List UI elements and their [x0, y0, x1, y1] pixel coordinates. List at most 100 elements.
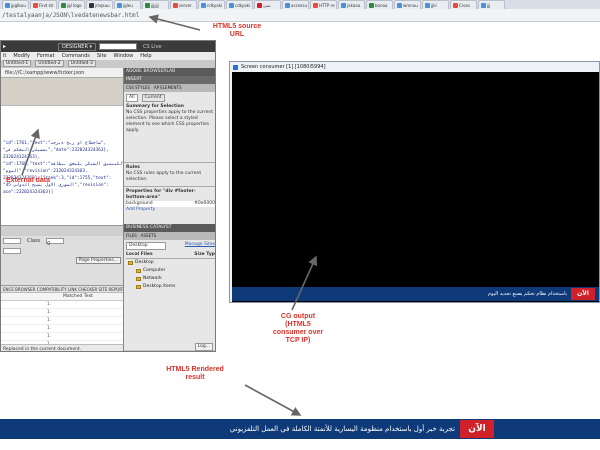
browser-tab[interactable]: Cross: [450, 0, 477, 9]
dw-menu-item[interactable]: Help: [140, 52, 151, 60]
props-row-class: Class 0: [1, 236, 123, 247]
tab-favicon-icon: [425, 2, 430, 8]
dw-doc-tab[interactable]: Untitled-2: [35, 60, 64, 67]
cslive-button[interactable]: CS Live: [143, 44, 161, 50]
browser-tab[interactable]: jjjjjjj: [142, 0, 169, 9]
catalyst-panel-title[interactable]: BUSINESS CATALYST: [124, 224, 215, 232]
files-tree-label: Desktop items: [143, 284, 176, 289]
url-text[interactable]: /testalyaanja/JSON\lvedatenewsbar.html: [2, 12, 139, 19]
tab-label: accessu: [291, 2, 308, 8]
dw-menu-item[interactable]: Window: [113, 52, 133, 60]
manage-sites-link[interactable]: Manage Sites: [185, 242, 215, 250]
browser-tabbar: jpglbuu Find str jgl logo jmqsuu jgleu jjjjjj…: [0, 0, 600, 9]
browser-tab[interactable]: jmqsuu: [86, 0, 113, 9]
dw-menu-item[interactable]: Commands: [62, 52, 90, 60]
files-tree-item[interactable]: Desktop items: [126, 283, 215, 291]
ticker-now-badge: الآن: [460, 420, 494, 438]
results-row[interactable]: 1.: [1, 333, 123, 341]
css-properties-section: Properties for "div #footer-bottom-area"…: [124, 186, 215, 224]
browser-tab[interactable]: تعبئ: [254, 0, 281, 9]
browser-address-bar[interactable]: /testalyaanja/JSON\lvedatenewsbar.html: [0, 9, 600, 22]
browser-tab[interactable]: cdkyaki: [226, 0, 253, 9]
code-line: "تفصيلي التحكم في","date":232024324363},: [3, 148, 109, 153]
log-button[interactable]: Log...: [194, 343, 213, 351]
dw-menu-glyph-icon[interactable]: ▸: [3, 43, 6, 50]
dw-menu-item[interactable]: Modify: [13, 52, 30, 60]
dw-doc-tab[interactable]: Untitled-3: [67, 60, 96, 67]
results-row[interactable]: 1.: [1, 309, 123, 317]
dw-panels: ADOBE BROWSERLAB INSERT CSS STYLES AP EL…: [123, 68, 215, 351]
tab-files[interactable]: FILES: [126, 232, 137, 240]
props-format-select[interactable]: [3, 238, 21, 244]
css-tab-current[interactable]: Current: [141, 94, 165, 102]
files-header: Local Files Size Typ: [126, 252, 215, 259]
tab-favicon-icon: [341, 2, 346, 8]
page-properties-button[interactable]: Page Properties...: [75, 257, 121, 264]
tab-label: jgl logo: [67, 2, 82, 8]
add-property-link[interactable]: Add Property: [126, 207, 215, 213]
tab-label: Cross: [459, 2, 470, 8]
tab-assets[interactable]: ASSETS: [141, 232, 156, 240]
screen-consumer-window: Screen consumer [1] [1080i5994] باستخدام…: [229, 61, 600, 303]
results-row[interactable]: 1.: [1, 325, 123, 333]
browser-tab[interactable]: jjkl: [422, 0, 449, 9]
annotation-rendered-result: HTML5 Rendered result: [166, 366, 224, 381]
browser-tab[interactable]: HTTP re: [310, 0, 337, 9]
props-class-select[interactable]: 0: [46, 238, 65, 247]
css-summary-section: All Current Summary for Selection No CSS…: [124, 92, 215, 162]
browser-tab[interactable]: jjj: [478, 0, 505, 9]
rules-text: No CSS rules apply to the current select…: [126, 171, 202, 182]
browser-tab[interactable]: jgleu: [114, 0, 141, 9]
results-tabs[interactable]: ENCE BROWSER COMPATIBILITY LINK CHECKER …: [1, 286, 123, 293]
dreamweaver-window: ▸ DESIGNER ▾ CS Live it Modify Format Comma…: [0, 40, 216, 352]
dw-search-input[interactable]: [99, 43, 138, 50]
browser-tab[interactable]: Find str: [30, 0, 57, 9]
tab-label: jjkl: [431, 2, 437, 8]
annotation-external-data: External data: [6, 177, 50, 184]
dw-menu-item[interactable]: Format: [37, 52, 55, 60]
props-id-field[interactable]: [3, 248, 21, 254]
tab-css-styles[interactable]: CSS STYLES: [126, 84, 150, 92]
tab-favicon-icon: [5, 2, 10, 8]
browser-tab[interactable]: accessu: [282, 0, 309, 9]
property-value[interactable]: #0e0000: [194, 201, 215, 207]
code-line: 232024324363},: [3, 155, 41, 160]
browser-tab[interactable]: jpglbuu: [2, 0, 29, 9]
css-tab-all[interactable]: All: [126, 94, 138, 102]
files-tree-label: Network: [143, 276, 162, 281]
results-row[interactable]: 1.: [1, 301, 123, 309]
files-tree-item[interactable]: Computer: [126, 267, 215, 275]
code-line: ace":232024324363}]: [3, 190, 54, 195]
ticker-news-text: تجربة خبر أول باستخدام منظومة اليسارية ل…: [229, 425, 455, 433]
dw-doc-tab[interactable]: Untitled-1: [3, 60, 32, 67]
sc-title-text: Screen consumer [1] [1080i5994]: [241, 64, 326, 70]
files-tree-item[interactable]: Network: [126, 275, 215, 283]
folder-icon: [136, 285, 141, 289]
tab-label: server: [179, 2, 192, 8]
workspace-switcher[interactable]: DESIGNER ▾: [58, 42, 97, 51]
tab-label: jgleu: [123, 2, 133, 8]
size-type-header: Size Typ: [194, 252, 215, 257]
dw-menu-item[interactable]: it: [3, 52, 6, 60]
tab-ap-elements[interactable]: AP ELEMENTS: [154, 84, 182, 92]
browser-tab[interactable]: jgl logo: [58, 0, 85, 9]
local-files-header: Local Files: [126, 252, 153, 257]
arrow-rendered-result: [244, 384, 302, 416]
browserlab-panel-title[interactable]: ADOBE BROWSERLAB: [124, 68, 215, 76]
dw-menu-item[interactable]: Site: [97, 52, 107, 60]
files-tree-item[interactable]: Desktop: [126, 259, 215, 267]
css-subtabs: All Current: [126, 94, 215, 102]
browser-tab[interactable]: bonaa: [366, 0, 393, 9]
browser-tab[interactable]: wmnuu: [394, 0, 421, 9]
insert-panel-title[interactable]: INSERT: [124, 76, 215, 84]
props-class-label: Class: [27, 238, 41, 244]
browser-tab[interactable]: cdkyaki: [198, 0, 225, 9]
dw-document-tabs: Untitled-1 Untitled-2 Untitled-3: [1, 60, 215, 68]
site-dropdown[interactable]: Desktop: [126, 242, 166, 250]
tab-favicon-icon: [257, 2, 262, 8]
browser-tab[interactable]: server: [170, 0, 197, 9]
folder-icon: [136, 277, 141, 281]
results-row[interactable]: 1.: [1, 317, 123, 325]
tab-favicon-icon: [313, 2, 318, 8]
browser-tab[interactable]: jakaaa: [338, 0, 365, 9]
